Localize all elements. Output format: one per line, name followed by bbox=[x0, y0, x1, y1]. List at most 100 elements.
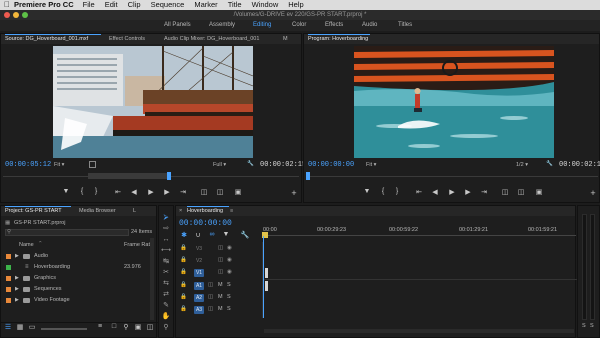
label-color-swatch[interactable] bbox=[6, 254, 11, 259]
track-label-v3[interactable]: V3 bbox=[194, 245, 204, 253]
workspace-tab-effects[interactable]: Effects bbox=[325, 20, 343, 31]
menu-file[interactable]: File bbox=[83, 0, 95, 10]
lock-icon[interactable]: 🔒 bbox=[180, 306, 187, 312]
track-label-v1[interactable]: V1 bbox=[194, 269, 204, 277]
tab-project[interactable]: Project: GS-PR START bbox=[5, 206, 62, 216]
mute-button[interactable]: M bbox=[218, 294, 223, 300]
list-item[interactable]: ▶ Audio bbox=[1, 251, 156, 262]
source-quality-dropdown[interactable]: Full ▾ bbox=[213, 162, 226, 168]
source-playhead-timecode[interactable]: 00:00:05:12 bbox=[5, 161, 51, 169]
razor-tool-icon[interactable]: ✂ bbox=[161, 268, 171, 277]
track-label-a2[interactable]: A2 bbox=[194, 294, 204, 302]
menu-window[interactable]: Window bbox=[252, 0, 279, 10]
sync-lock-icon[interactable]: ◫ bbox=[218, 269, 223, 275]
column-header-frame-rate[interactable]: Frame Rate bbox=[124, 242, 153, 248]
rolling-edit-tool-icon[interactable]: ⟷ bbox=[161, 246, 171, 255]
sync-lock-icon[interactable]: ◫ bbox=[208, 282, 213, 288]
tab-metadata[interactable]: M bbox=[283, 34, 288, 44]
list-item[interactable]: ▶ Sequences bbox=[1, 284, 156, 295]
program-time-ruler[interactable] bbox=[306, 172, 598, 181]
snap-icon[interactable]: ∪ bbox=[193, 231, 203, 239]
workspace-tab-all-panels[interactable]: All Panels bbox=[164, 20, 191, 31]
add-marker-icon[interactable]: ▼ bbox=[221, 231, 231, 238]
solo-left-button[interactable]: S bbox=[582, 323, 586, 329]
new-item-icon[interactable]: ▣ bbox=[133, 323, 143, 331]
project-scrollbar[interactable] bbox=[150, 238, 154, 320]
expand-arrow-icon[interactable]: ▶ bbox=[15, 295, 19, 306]
step-forward-icon[interactable]: ▶ bbox=[463, 188, 473, 196]
mute-button[interactable]: M bbox=[218, 282, 223, 288]
source-zoom-dropdown[interactable]: Fit ▾ bbox=[54, 162, 64, 168]
play-icon[interactable]: ▶ bbox=[146, 188, 156, 196]
freeform-view-icon[interactable]: ▭ bbox=[27, 323, 37, 331]
eye-icon[interactable]: ◉ bbox=[227, 269, 232, 275]
timeline-playhead-timecode[interactable]: 00:00:00:00 bbox=[179, 219, 232, 228]
program-playhead[interactable] bbox=[306, 172, 310, 180]
timeline-ruler[interactable]: 00:00 00:00:29:23 00:00:59:22 00:01:29:2… bbox=[262, 223, 576, 239]
app-menu[interactable]: Premiere Pro CC bbox=[14, 0, 74, 10]
label-color-swatch[interactable] bbox=[6, 265, 11, 270]
ripple-edit-tool-icon[interactable]: ↔ bbox=[161, 235, 171, 244]
linked-selection-icon[interactable]: ∞ bbox=[207, 231, 217, 238]
tab-media-browser[interactable]: Media Browser bbox=[79, 206, 116, 216]
mark-in-icon[interactable]: { bbox=[77, 188, 87, 195]
pen-tool-icon[interactable]: ✎ bbox=[161, 301, 171, 310]
list-item[interactable]: ≡ Hoverboarding 23.976 bbox=[1, 262, 156, 273]
step-back-icon[interactable]: ◀ bbox=[430, 188, 440, 196]
tab-effect-controls[interactable]: Effect Controls bbox=[109, 34, 145, 44]
list-view-icon[interactable]: ☰ bbox=[3, 323, 13, 331]
solo-button[interactable]: S bbox=[227, 294, 231, 300]
source-playhead[interactable] bbox=[167, 172, 171, 180]
close-icon[interactable]: × bbox=[179, 206, 182, 216]
solo-button[interactable]: S bbox=[227, 306, 231, 312]
tab-program[interactable]: Program: Hoverboarding bbox=[308, 34, 368, 44]
workspace-tab-editing[interactable]: Editing bbox=[253, 20, 271, 31]
sync-lock-icon[interactable]: ◫ bbox=[218, 257, 223, 263]
track-label-a3[interactable]: A3 bbox=[194, 306, 204, 314]
project-search-input[interactable]: ⚲ bbox=[5, 229, 129, 236]
zoom-window-button[interactable] bbox=[22, 12, 28, 18]
mark-out-icon[interactable]: } bbox=[91, 188, 101, 195]
icon-view-icon[interactable]: ▦ bbox=[15, 323, 25, 331]
menu-title[interactable]: Title bbox=[228, 0, 242, 10]
tab-sequence[interactable]: Hoverboarding bbox=[187, 206, 223, 216]
solo-button[interactable]: S bbox=[227, 282, 231, 288]
column-header-name[interactable]: Name bbox=[19, 242, 34, 248]
play-icon[interactable]: ▶ bbox=[447, 188, 457, 196]
wrench-icon[interactable]: 🔧 bbox=[240, 231, 250, 239]
extract-icon[interactable]: ◫ bbox=[516, 188, 526, 196]
program-zoom-dropdown[interactable]: Fit ▾ bbox=[366, 162, 376, 168]
menu-help[interactable]: Help bbox=[288, 0, 303, 10]
insert-icon[interactable]: ◫ bbox=[199, 188, 209, 196]
lift-icon[interactable]: ◫ bbox=[500, 188, 510, 196]
timeline-playhead[interactable] bbox=[263, 236, 264, 318]
slip-tool-icon[interactable]: ⇆ bbox=[161, 279, 171, 288]
apple-icon[interactable]:  bbox=[0, 0, 14, 10]
expand-arrow-icon[interactable]: ▶ bbox=[15, 251, 19, 262]
export-frame-icon[interactable]: ▣ bbox=[534, 188, 544, 196]
sort-ascending-icon[interactable]: ⌃ bbox=[38, 241, 43, 247]
program-quality-dropdown[interactable]: 1/2 ▾ bbox=[516, 162, 528, 168]
workspace-tab-titles[interactable]: Titles bbox=[398, 20, 412, 31]
sync-lock-icon[interactable]: ◫ bbox=[208, 294, 213, 300]
mute-button[interactable]: M bbox=[218, 306, 223, 312]
lock-icon[interactable]: 🔒 bbox=[180, 257, 187, 263]
tab-libraries[interactable]: L bbox=[133, 206, 136, 216]
label-color-swatch[interactable] bbox=[6, 298, 11, 303]
video-clip[interactable] bbox=[265, 268, 268, 278]
audio-clip[interactable] bbox=[265, 281, 268, 291]
mark-in-icon[interactable]: { bbox=[378, 188, 388, 195]
tab-source[interactable]: Source: DG_Hoverboard_001.mxf bbox=[5, 34, 88, 44]
expand-arrow-icon[interactable]: ▶ bbox=[15, 284, 19, 295]
hand-tool-icon[interactable]: ✋ bbox=[161, 312, 171, 321]
mark-out-icon[interactable]: } bbox=[392, 188, 402, 195]
label-color-swatch[interactable] bbox=[6, 276, 11, 281]
expand-arrow-icon[interactable]: ▶ bbox=[15, 273, 19, 284]
search-icon[interactable]: ⚲ bbox=[121, 323, 131, 331]
eye-icon[interactable]: ◉ bbox=[227, 245, 232, 251]
add-marker-icon[interactable]: ▼ bbox=[61, 188, 71, 195]
tab-audio-clip-mixer[interactable]: Audio Clip Mixer: DG_Hoverboard_001 bbox=[164, 34, 259, 44]
sort-icons-icon[interactable]: ≡ bbox=[95, 323, 105, 330]
overwrite-icon[interactable]: ◫ bbox=[215, 188, 225, 196]
source-time-ruler[interactable] bbox=[3, 172, 299, 181]
